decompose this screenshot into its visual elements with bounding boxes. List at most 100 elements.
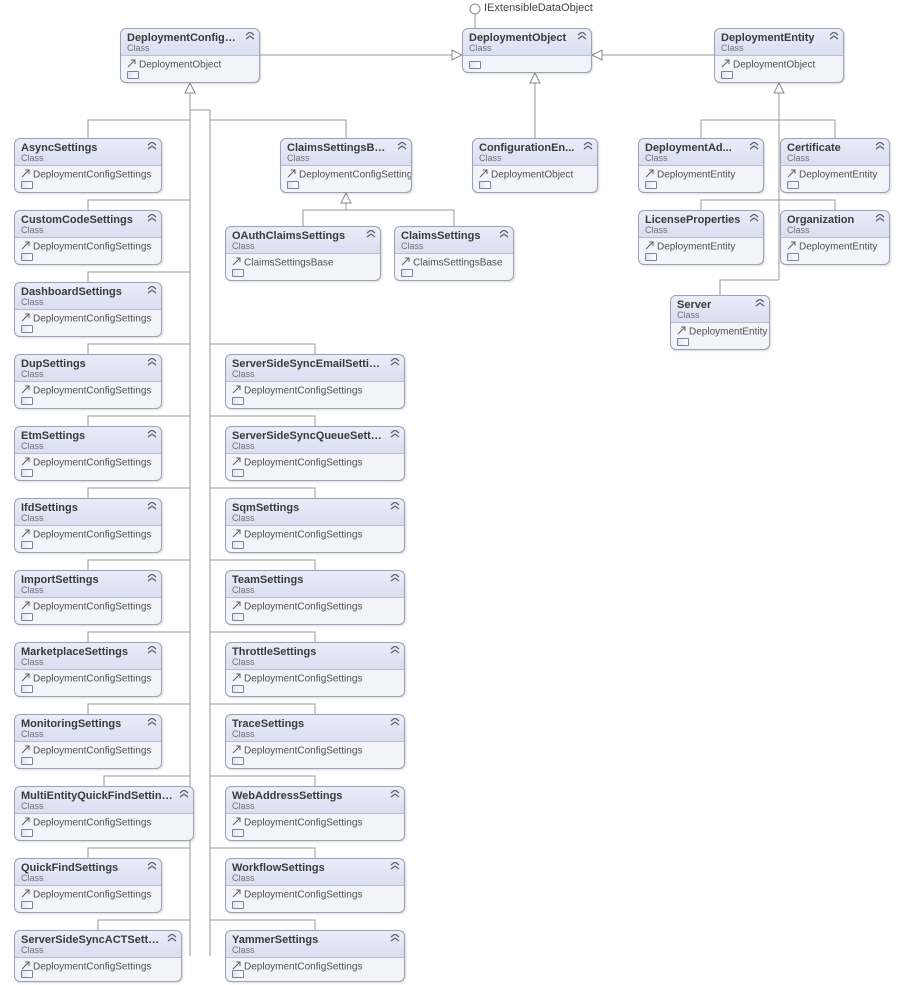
expand-collapse-icon[interactable] <box>390 574 400 584</box>
class-node-team[interactable]: TeamSettingsClassDeploymentConfigSetting… <box>225 570 405 625</box>
class-node-import[interactable]: ImportSettingsClassDeploymentConfigSetti… <box>14 570 162 625</box>
class-node-claims[interactable]: ClaimsSettingsClassClaimsSettingsBase <box>394 226 514 281</box>
compartment-toggle-icon[interactable] <box>21 970 33 978</box>
class-node-server[interactable]: ServerClassDeploymentEntity <box>670 295 770 350</box>
compartment-toggle-icon[interactable] <box>21 541 33 549</box>
class-node-deployObject[interactable]: DeploymentObjectClass <box>462 28 592 73</box>
class-node-throttle[interactable]: ThrottleSettingsClassDeploymentConfigSet… <box>225 642 405 697</box>
expand-collapse-icon[interactable] <box>390 502 400 512</box>
compartment-toggle-icon[interactable] <box>232 970 244 978</box>
expand-collapse-icon[interactable] <box>583 142 593 152</box>
compartment-toggle-icon[interactable] <box>787 181 799 189</box>
expand-collapse-icon[interactable] <box>829 32 839 42</box>
class-node-deployAd[interactable]: DeploymentAd...ClassDeploymentEntity <box>638 138 764 193</box>
compartment-toggle-icon[interactable] <box>127 71 139 79</box>
class-node-sssQueue[interactable]: ServerSideSyncQueueSettingsClassDeployme… <box>225 426 405 481</box>
expand-collapse-icon[interactable] <box>147 574 157 584</box>
class-node-marketplace[interactable]: MarketplaceSettingsClassDeploymentConfig… <box>14 642 162 697</box>
expand-collapse-icon[interactable] <box>147 358 157 368</box>
compartment-toggle-icon[interactable] <box>21 757 33 765</box>
class-node-meqf[interactable]: MultiEntityQuickFindSettingsClassDeploym… <box>14 786 194 841</box>
expand-collapse-icon[interactable] <box>499 230 509 240</box>
expand-collapse-icon[interactable] <box>147 214 157 224</box>
class-node-dup[interactable]: DupSettingsClassDeploymentConfigSettings <box>14 354 162 409</box>
class-node-trace[interactable]: TraceSettingsClassDeploymentConfigSettin… <box>225 714 405 769</box>
class-node-async[interactable]: AsyncSettingsClassDeploymentConfigSettin… <box>14 138 162 193</box>
class-node-dashboard[interactable]: DashboardSettingsClassDeploymentConfigSe… <box>14 282 162 337</box>
compartment-toggle-icon[interactable] <box>645 181 657 189</box>
compartment-toggle-icon[interactable] <box>21 613 33 621</box>
compartment-toggle-icon[interactable] <box>21 685 33 693</box>
compartment-toggle-icon[interactable] <box>469 61 481 69</box>
expand-collapse-icon[interactable] <box>390 358 400 368</box>
expand-collapse-icon[interactable] <box>167 934 177 944</box>
compartment-toggle-icon[interactable] <box>232 829 244 837</box>
base-class-name: DeploymentConfigSettings <box>244 962 362 973</box>
expand-collapse-icon[interactable] <box>875 142 885 152</box>
expand-collapse-icon[interactable] <box>390 718 400 728</box>
class-node-org[interactable]: OrganizationClassDeploymentEntity <box>780 210 890 265</box>
expand-collapse-icon[interactable] <box>755 299 765 309</box>
expand-collapse-icon[interactable] <box>749 214 759 224</box>
compartment-toggle-icon[interactable] <box>232 613 244 621</box>
class-node-webAddr[interactable]: WebAddressSettingsClassDeploymentConfigS… <box>225 786 405 841</box>
expand-collapse-icon[interactable] <box>390 862 400 872</box>
compartment-toggle-icon[interactable] <box>479 181 491 189</box>
class-node-workflow[interactable]: WorkflowSettingsClassDeploymentConfigSet… <box>225 858 405 913</box>
expand-collapse-icon[interactable] <box>390 790 400 800</box>
compartment-toggle-icon[interactable] <box>232 469 244 477</box>
class-node-deployEntity[interactable]: DeploymentEntityClassDeploymentObject <box>714 28 844 83</box>
class-node-quickFind[interactable]: QuickFindSettingsClassDeploymentConfigSe… <box>14 858 162 913</box>
class-node-etm[interactable]: EtmSettingsClassDeploymentConfigSettings <box>14 426 162 481</box>
expand-collapse-icon[interactable] <box>147 142 157 152</box>
class-node-claimsBase[interactable]: ClaimsSettingsBaseClassDeploymentConfigS… <box>280 138 412 193</box>
class-node-sqm[interactable]: SqmSettingsClassDeploymentConfigSettings <box>225 498 405 553</box>
expand-collapse-icon[interactable] <box>366 230 376 240</box>
compartment-toggle-icon[interactable] <box>21 325 33 333</box>
compartment-toggle-icon[interactable] <box>21 469 33 477</box>
compartment-toggle-icon[interactable] <box>232 397 244 405</box>
class-node-certificate[interactable]: CertificateClassDeploymentEntity <box>780 138 890 193</box>
class-node-deployConfig[interactable]: DeploymentConfigSettingsClassDeploymentO… <box>120 28 260 83</box>
compartment-toggle-icon[interactable] <box>232 269 244 277</box>
expand-collapse-icon[interactable] <box>147 502 157 512</box>
compartment-toggle-icon[interactable] <box>232 757 244 765</box>
expand-collapse-icon[interactable] <box>147 430 157 440</box>
compartment-toggle-icon[interactable] <box>401 269 413 277</box>
class-node-customCode[interactable]: CustomCodeSettingsClassDeploymentConfigS… <box>14 210 162 265</box>
expand-collapse-icon[interactable] <box>147 286 157 296</box>
compartment-toggle-icon[interactable] <box>721 71 733 79</box>
expand-collapse-icon[interactable] <box>179 790 189 800</box>
expand-collapse-icon[interactable] <box>390 934 400 944</box>
expand-collapse-icon[interactable] <box>397 142 407 152</box>
expand-collapse-icon[interactable] <box>147 862 157 872</box>
expand-collapse-icon[interactable] <box>147 646 157 656</box>
compartment-toggle-icon[interactable] <box>21 253 33 261</box>
compartment-toggle-icon[interactable] <box>232 685 244 693</box>
compartment-toggle-icon[interactable] <box>645 253 657 261</box>
class-node-ifd[interactable]: IfdSettingsClassDeploymentConfigSettings <box>14 498 162 553</box>
compartment-toggle-icon[interactable] <box>787 253 799 261</box>
compartment-toggle-icon[interactable] <box>232 901 244 909</box>
class-node-license[interactable]: LicensePropertiesClassDeploymentEntity <box>638 210 764 265</box>
compartment-toggle-icon[interactable] <box>287 181 299 189</box>
expand-collapse-icon[interactable] <box>245 32 255 42</box>
class-node-sssACT[interactable]: ServerSideSyncACTSettingsClassDeployment… <box>14 930 182 982</box>
expand-collapse-icon[interactable] <box>390 430 400 440</box>
compartment-toggle-icon[interactable] <box>232 541 244 549</box>
class-node-sssEmail[interactable]: ServerSideSyncEmailSettingsClassDeployme… <box>225 354 405 409</box>
compartment-toggle-icon[interactable] <box>21 829 33 837</box>
expand-collapse-icon[interactable] <box>390 646 400 656</box>
expand-collapse-icon[interactable] <box>875 214 885 224</box>
class-node-configEn[interactable]: ConfigurationEn...ClassDeploymentObject <box>472 138 598 193</box>
expand-collapse-icon[interactable] <box>749 142 759 152</box>
compartment-toggle-icon[interactable] <box>21 181 33 189</box>
expand-collapse-icon[interactable] <box>577 32 587 42</box>
compartment-toggle-icon[interactable] <box>21 397 33 405</box>
class-node-yammer[interactable]: YammerSettingsClassDeploymentConfigSetti… <box>225 930 405 982</box>
class-node-monitoring[interactable]: MonitoringSettingsClassDeploymentConfigS… <box>14 714 162 769</box>
compartment-toggle-icon[interactable] <box>677 338 689 346</box>
expand-collapse-icon[interactable] <box>147 718 157 728</box>
class-node-oauthClaims[interactable]: OAuthClaimsSettingsClassClaimsSettingsBa… <box>225 226 381 281</box>
compartment-toggle-icon[interactable] <box>21 901 33 909</box>
